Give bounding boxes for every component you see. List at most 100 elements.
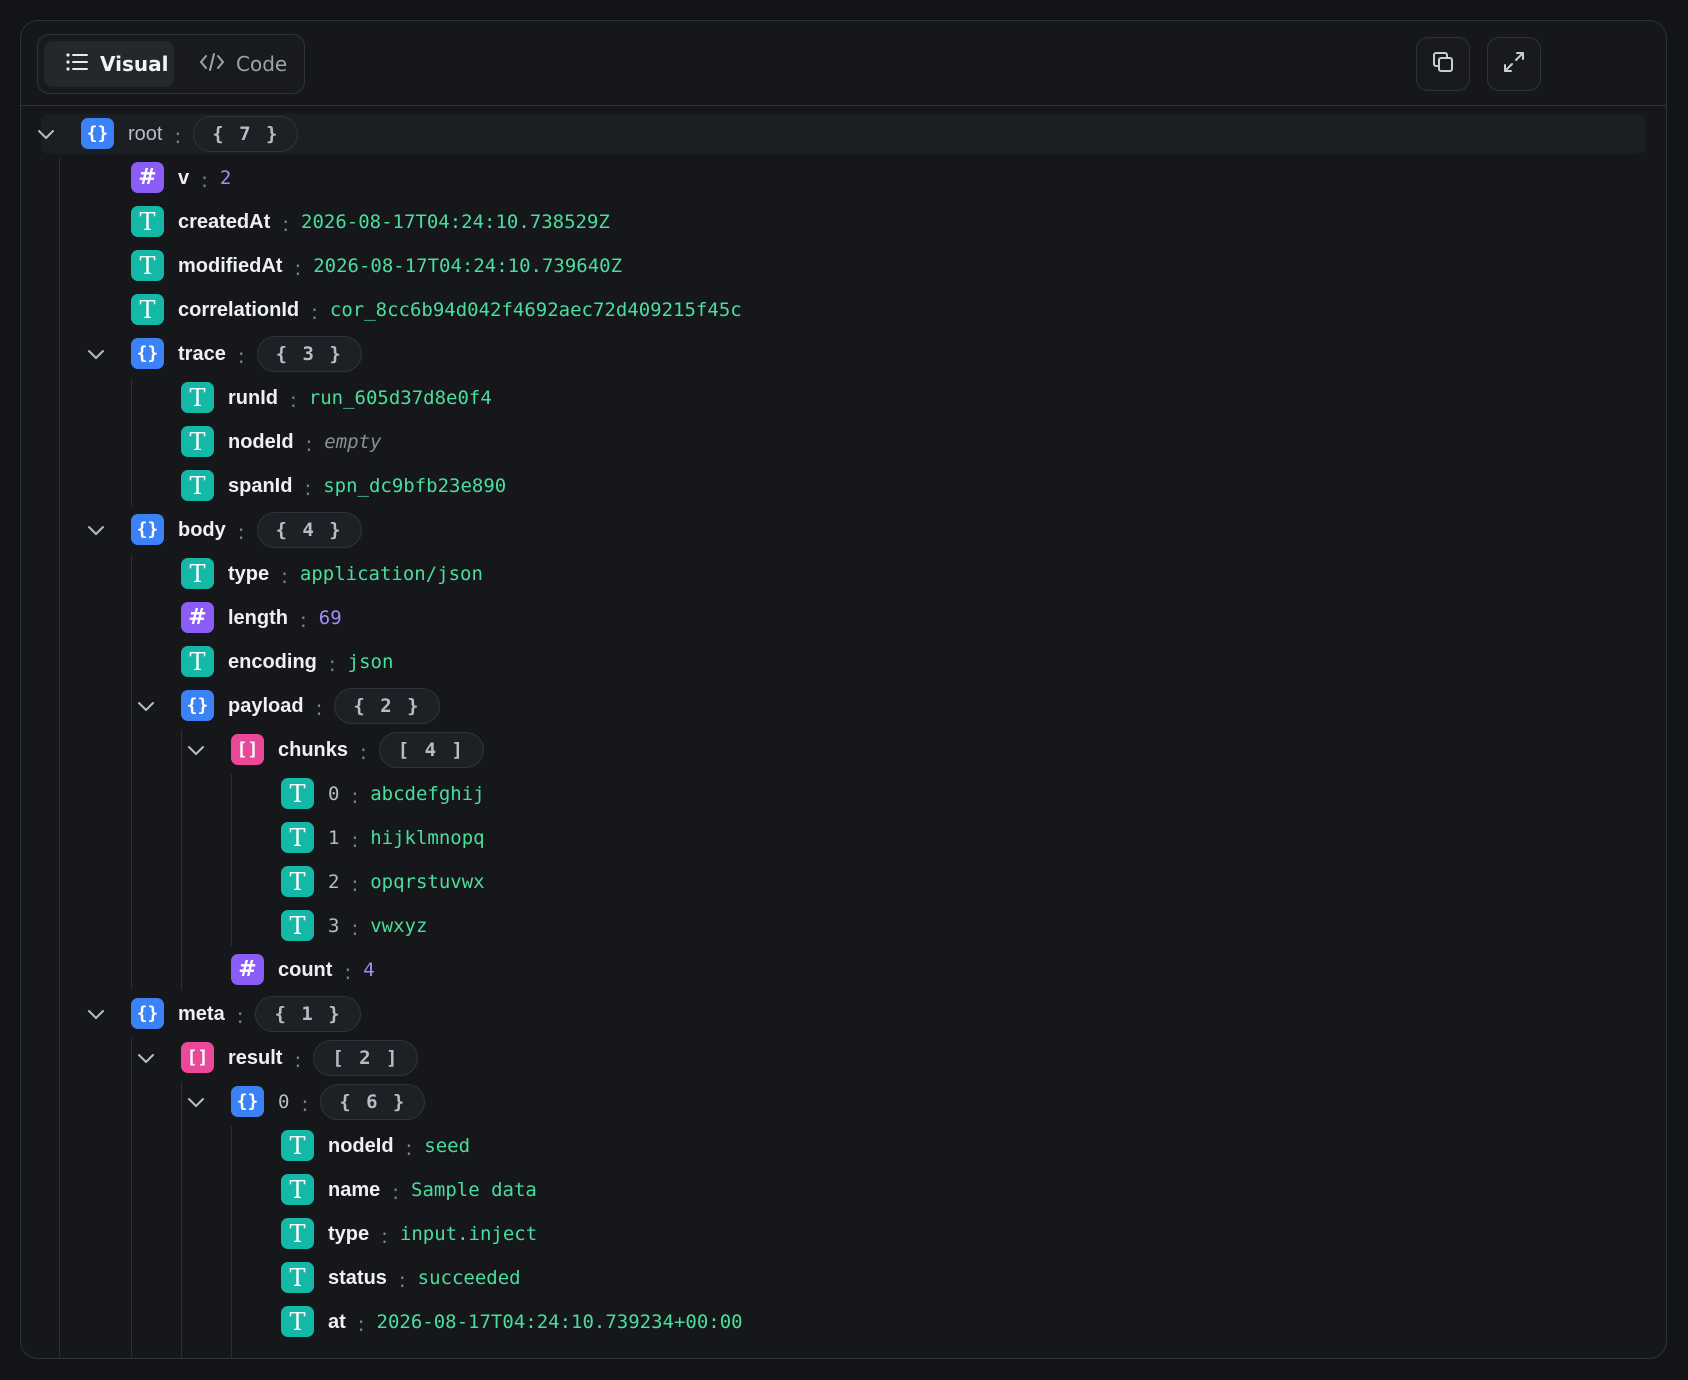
chevron-down-icon[interactable] [136,1048,156,1068]
row-content: nodeId: seed [328,1126,470,1166]
tree-row: # length:69 [21,598,1666,638]
string-type-icon: T [281,910,314,941]
key-separator: : [237,344,245,368]
string-type-icon: T [181,382,214,413]
key-separator: : [174,124,182,148]
string-type-icon: T [281,1174,314,1205]
key-separator: : [304,476,312,500]
json-viewer-panel: Visual Code {} root: {7} # v: 2 T cr… [20,20,1667,1359]
row-content: trace: { 3 } [178,334,362,374]
array-type-icon: [] [181,1042,214,1073]
string-type-icon: T [281,1130,314,1161]
expand-icon [1502,50,1526,78]
child-count-badge: { 6 } [320,1084,426,1120]
string-type-icon: T [131,250,164,281]
object-type-icon: {} [231,1086,264,1117]
string-value: input.inject [399,1223,538,1245]
tree-row: Tencoding: json [21,642,1666,682]
number-type-icon: # [131,162,164,193]
tree-row: T 0: abcdefghij [21,774,1666,814]
string-value: vwxyz [370,915,428,937]
tree-row: Tname: Sample data [21,1170,1666,1210]
key-label: payload [228,694,304,717]
tab-visual[interactable]: Visual [44,41,174,87]
string-value: spn_dc9bfb23e890 [323,475,507,497]
key-label: type [328,1222,370,1245]
tree-row[interactable]: {} 0: { 6 } [21,1082,1666,1122]
tree-row: TnodeId: seed [21,1126,1666,1166]
key-separator: : [351,916,359,940]
string-value: application/json [299,563,483,585]
key-label: meta [178,1002,225,1025]
key-separator: : [351,872,359,896]
key-separator: : [301,1092,309,1116]
key-separator: : [351,828,359,852]
string-type-icon: T [281,822,314,853]
chevron-down-icon[interactable] [186,740,206,760]
key-separator: : [315,696,323,720]
string-value: run_605d37d8e0f4 [308,387,492,409]
child-count-badge: { 3 } [256,336,362,372]
tree-row: TcreatedAt:2026-08-17T04:24:10.738529Z [21,202,1666,242]
chevron-down-icon[interactable] [186,1092,206,1112]
row-content: payload: { 2 } [228,686,440,726]
tree-row: T 1: hijklmnopq [21,818,1666,858]
key-separator: : [281,564,288,588]
tree-row[interactable]: [] chunks: [ 4 ] [21,730,1666,770]
chevron-down-icon[interactable] [136,696,156,716]
key-separator: : [351,784,359,808]
row-content: count:4 [278,950,375,990]
string-value: 2026-08-17T04:24:10.739234+00:00 [376,1311,743,1333]
key-label: nodeId [328,1134,394,1157]
key-label: modifiedAt [178,254,283,277]
key-separator: : [201,168,208,192]
chevron-down-icon[interactable] [86,344,106,364]
row-content: at:2026-08-17T04:24:10.739234+00:00 [328,1302,743,1342]
row-content: name: Sample data [328,1170,537,1210]
string-value: opqrstuvwx [370,871,485,893]
tree-row: # count:4 [21,950,1666,990]
key-separator: : [328,652,336,676]
chevron-down-icon[interactable] [86,520,106,540]
tree-row: Tat:2026-08-17T04:24:10.739234+00:00 [21,1302,1666,1342]
row-content: correlationId: cor_8cc6b94d042f4692aec72d… [178,290,742,330]
row-content: runId: run_605d37d8e0f4 [228,378,492,418]
expand-button[interactable] [1487,37,1541,91]
key-label: trace [178,342,226,365]
key-label: status [328,1266,387,1289]
string-value: abcdefghij [370,783,485,805]
tree-root-row[interactable]: {} root: { 7 } [38,114,1646,154]
tree-row[interactable]: [] result: [ 2 ] [21,1038,1666,1078]
empty-value: empty [324,431,382,453]
row-content: 1: hijklmnopq [328,818,485,858]
row-content: status: succeeded [328,1258,521,1298]
chevron-down-icon[interactable] [86,1004,106,1024]
row-content: body: { 4 } [178,510,362,550]
string-type-icon: T [281,1306,314,1337]
tree-row[interactable]: {} payload: { 2 } [21,686,1666,726]
chevron-down-icon[interactable] [36,124,56,144]
key-label: nodeId [228,430,294,453]
string-value: 2026-08-17T04:24:10.739640Z [313,255,623,277]
number-type-icon: # [181,602,214,633]
row-content: type: application/json [228,554,483,594]
tab-code[interactable]: Code [178,41,300,87]
child-count-badge: { 2 } [334,688,440,724]
tree-row[interactable]: {} trace: { 3 } [21,334,1666,374]
tree-row[interactable]: {} meta: { 1 } [21,994,1666,1034]
key-separator: : [294,1048,302,1072]
key-label: root [128,122,163,145]
row-content: spanId: spn_dc9bfb23e890 [228,466,506,506]
row-content: result: [ 2 ] [228,1038,419,1078]
copy-button[interactable] [1416,37,1470,91]
json-tree: {} root:{ 7 } # v:2 TcreatedAt:2026-08-17T04… [21,106,1666,1358]
key-label: correlationId [178,298,300,321]
string-value: hijklmnopq [370,827,485,849]
tree-row: TrunId: run_605d37d8e0f4 [21,378,1666,418]
row-content: 3: vwxyz [328,906,427,946]
tree-row[interactable]: {} body: { 4 } [21,510,1666,550]
copy-icon [1431,50,1455,78]
row-content: meta: { 1 } [178,994,361,1034]
key-label: count [278,958,333,981]
key-separator: : [398,1268,406,1292]
